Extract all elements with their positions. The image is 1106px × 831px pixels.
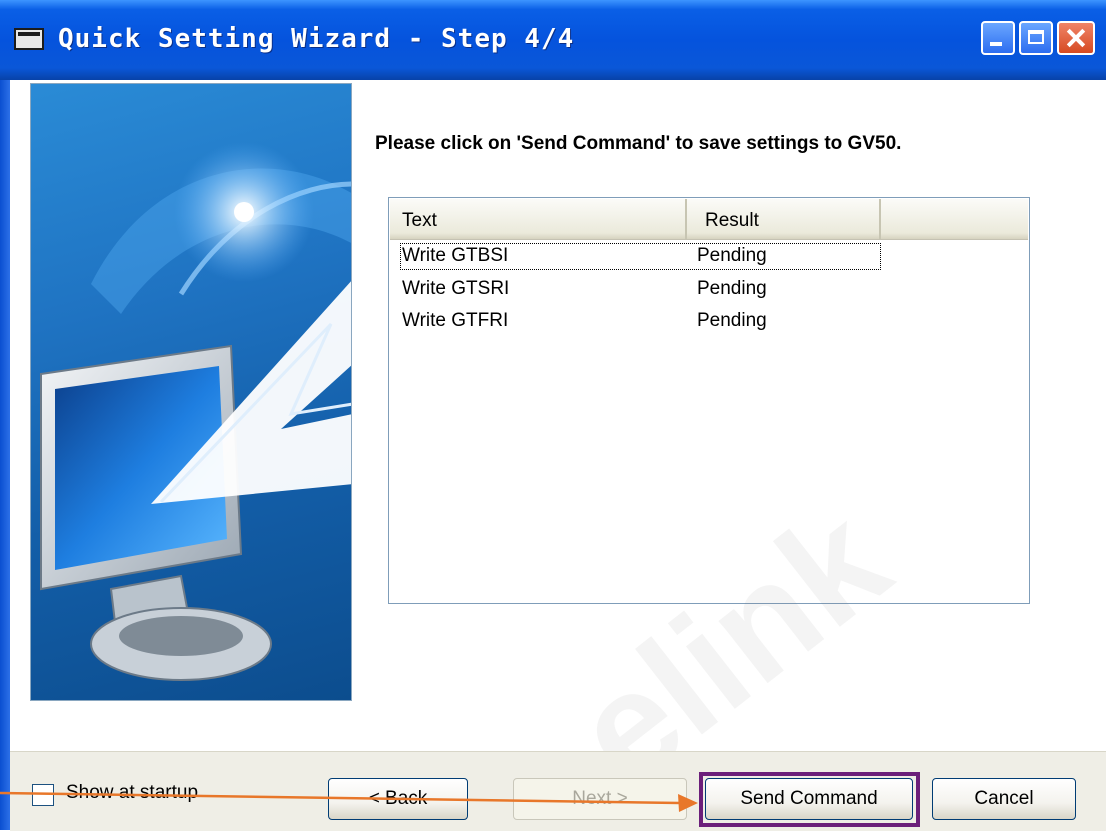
highlight-box (699, 772, 920, 827)
title-bar[interactable]: Quick Setting Wizard - Step 4/4 (0, 0, 1106, 80)
window-app-icon (14, 28, 44, 50)
maximize-icon[interactable] (1019, 21, 1053, 55)
window-frame-left (0, 80, 10, 830)
list-item[interactable]: Write GTFRI Pending (390, 305, 1028, 337)
window-title: Quick Setting Wizard - Step 4/4 (58, 24, 575, 54)
list-item[interactable]: Write GTSRI Pending (390, 273, 1028, 305)
cancel-button[interactable]: Cancel (932, 778, 1076, 820)
column-header-result[interactable]: Result (687, 199, 881, 239)
show-at-startup-label[interactable]: Show at startup (66, 782, 198, 804)
next-button: Next > (513, 778, 687, 820)
monitor-illustration-graphic (40, 142, 351, 681)
monitor-illustration (30, 83, 352, 701)
wizard-window: Quick Setting Wizard - Step 4/4 Please c… (0, 0, 1106, 831)
instruction-text: Please click on 'Send Command' to save s… (375, 133, 902, 154)
close-icon[interactable] (1057, 21, 1095, 55)
command-list[interactable]: Text Result Write GTBSI Pending Write GT… (388, 197, 1030, 604)
minimize-icon[interactable] (981, 21, 1015, 55)
back-button[interactable]: < Back (328, 778, 468, 820)
show-at-startup-checkbox[interactable] (32, 784, 54, 806)
list-item-text: Write GTBSI (402, 245, 509, 266)
list-item-result: Pending (697, 278, 767, 299)
list-header: Text Result (390, 199, 1028, 240)
list-item[interactable]: Write GTBSI Pending (390, 240, 1028, 272)
column-header-text[interactable]: Text (390, 199, 687, 239)
list-item-text: Write GTSRI (402, 278, 510, 299)
list-item-text: Write GTFRI (402, 310, 509, 331)
list-item-result: Pending (697, 245, 767, 266)
list-item-result: Pending (697, 310, 767, 331)
